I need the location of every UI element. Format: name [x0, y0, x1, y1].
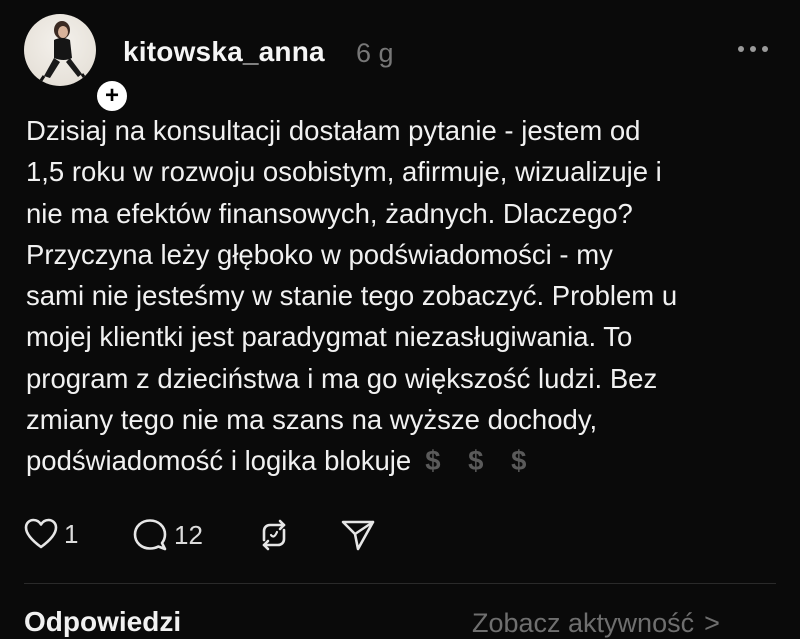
replies-tab[interactable]: Odpowiedzi [24, 606, 181, 638]
share-button[interactable] [340, 518, 376, 552]
avatar-container[interactable]: + [24, 14, 130, 114]
post-body: Dzisiaj na konsultacji dostałam pytanie … [26, 110, 776, 482]
username[interactable]: kitowska_anna [123, 36, 325, 68]
like-count: 1 [64, 518, 79, 549]
like-button[interactable]: 1 [24, 518, 78, 550]
comment-icon [133, 519, 167, 551]
avatar-photo-icon [38, 21, 88, 83]
comment-count: 12 [174, 519, 203, 550]
chevron-right-icon: > [704, 608, 720, 638]
repost-icon [262, 519, 286, 551]
view-activity-label: Zobacz aktywność [472, 608, 695, 638]
view-activity-link[interactable]: Zobacz aktywność > [472, 608, 720, 639]
heart-icon [24, 518, 58, 549]
avatar[interactable] [24, 14, 96, 86]
comment-button[interactable]: 12 [132, 518, 203, 552]
divider [24, 583, 776, 584]
more-icon[interactable] [736, 42, 770, 56]
share-icon [341, 520, 375, 551]
dollar-emoji: $ $ $ [425, 445, 537, 477]
post-time: 6 g [356, 38, 394, 68]
follow-plus-icon[interactable]: + [94, 78, 130, 114]
repost-button[interactable] [256, 518, 292, 552]
post-text: Dzisiaj na konsultacji dostałam pytanie … [26, 115, 678, 477]
